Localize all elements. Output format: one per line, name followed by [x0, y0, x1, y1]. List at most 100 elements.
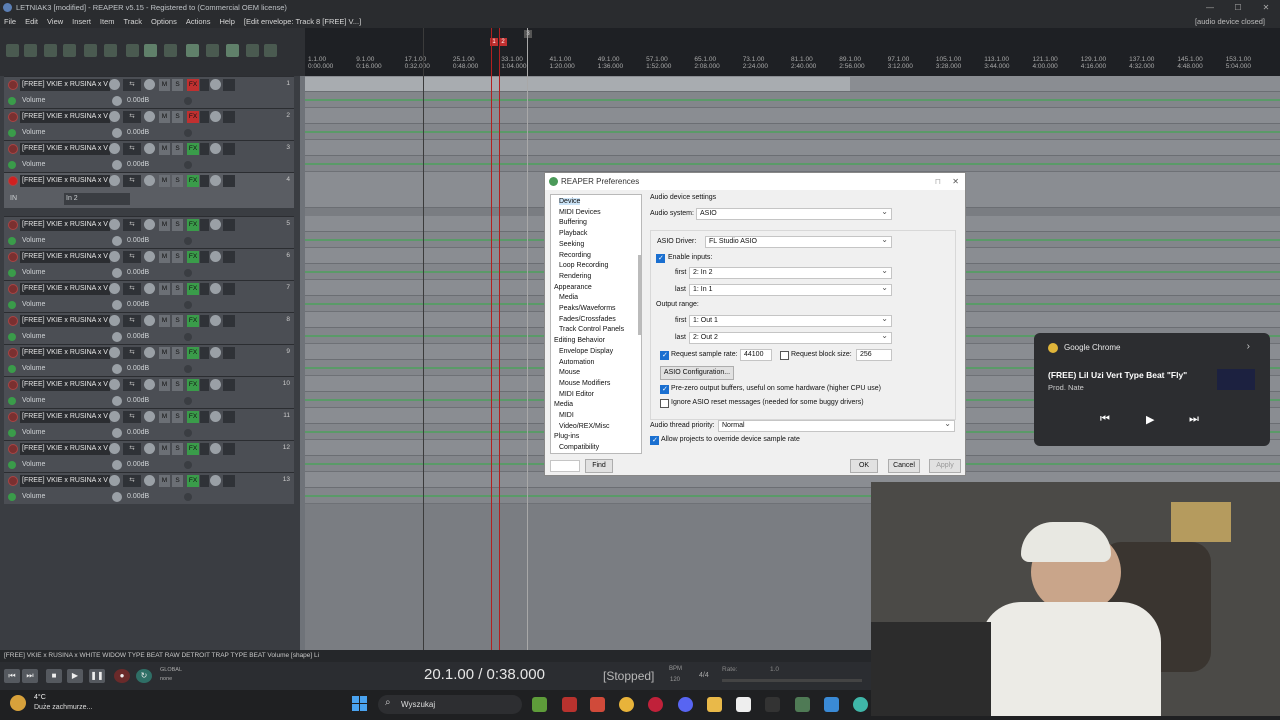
fx-bypass-icon[interactable] [200, 411, 209, 423]
record-arm-icon[interactable] [8, 444, 18, 454]
marker-2[interactable]: 2 [499, 38, 507, 46]
find-button[interactable]: Find [585, 459, 613, 473]
tree-item[interactable]: Fades/Crossfades [559, 316, 616, 323]
menu-track[interactable]: Track [124, 17, 142, 26]
route-button[interactable]: ⇆ [123, 475, 141, 487]
phase-icon[interactable] [109, 283, 120, 294]
phase-icon[interactable] [109, 347, 120, 358]
envelope-icon[interactable] [210, 175, 221, 186]
rate-slider[interactable] [722, 679, 862, 682]
solo-button[interactable]: S [172, 251, 183, 263]
volume-envelope-line[interactable] [305, 99, 1280, 101]
envelope-bypass-icon[interactable] [184, 397, 192, 405]
track-7[interactable]: [FREE] VKIE x RUSINA x V ⇆ M S FX 7 Volume 0.00… [4, 280, 294, 312]
track-lane[interactable] [305, 140, 1280, 156]
solo-button[interactable]: S [172, 379, 183, 391]
envelope-bypass-icon[interactable] [184, 461, 192, 469]
solo-button[interactable]: S [172, 219, 183, 231]
route-button[interactable]: ⇆ [123, 111, 141, 123]
ignore-asio-reset-checkbox[interactable] [660, 399, 669, 408]
reaper-taskbar-icon[interactable] [795, 697, 810, 712]
mute-button[interactable]: M [159, 283, 170, 295]
asio-configuration-button[interactable]: ASIO Configuration... [660, 366, 734, 380]
track-8[interactable]: [FREE] VKIE x RUSINA x V ⇆ M S FX 8 Volume 0.00… [4, 312, 294, 344]
menu-help[interactable]: Help [219, 17, 234, 26]
envelope-arm-icon[interactable] [8, 365, 16, 373]
fx-button[interactable]: FX [187, 315, 199, 327]
timeline-ruler[interactable]: 1 2 3 1.1.00 0:00.000 9.1.00 0:16.000 17.1.0… [305, 28, 1280, 76]
solo-button[interactable]: S [172, 347, 183, 359]
close-window-button[interactable]: ✕ [1252, 0, 1280, 15]
track-name[interactable]: [FREE] VKIE x RUSINA x V [20, 379, 110, 391]
volume-knob[interactable] [144, 219, 155, 230]
maximize-button[interactable]: ☐ [1224, 0, 1252, 15]
stop-icon[interactable]: ■ [46, 669, 62, 683]
solo-button[interactable]: S [172, 283, 183, 295]
envelope-lane[interactable] [305, 156, 1280, 172]
phase-icon[interactable] [109, 175, 120, 186]
tree-item[interactable]: Device [559, 198, 581, 205]
tree-item[interactable]: Video/REX/Misc [559, 423, 609, 430]
envelope-icon[interactable] [210, 283, 221, 294]
trim-icon[interactable] [223, 251, 235, 263]
envelope-knob[interactable] [112, 460, 122, 470]
tree-item[interactable]: Loop Recording [559, 262, 608, 269]
fx-button[interactable]: FX [187, 111, 199, 123]
sample-rate-input[interactable]: 44100 [740, 349, 772, 361]
envelope-bypass-icon[interactable] [184, 161, 192, 169]
block-size-input[interactable]: 256 [856, 349, 892, 361]
tree-item[interactable]: Compatibility [559, 444, 599, 451]
tree-item[interactable]: Seeking [559, 241, 584, 248]
track-name[interactable]: [FREE] VKIE x RUSINA x V [20, 443, 110, 455]
envelope-arm-icon[interactable] [8, 301, 16, 309]
envelope-icon[interactable] [210, 411, 221, 422]
envelope-arm-icon[interactable] [8, 129, 16, 137]
tree-item[interactable]: Envelope Display [559, 348, 613, 355]
grid-icon[interactable] [164, 44, 177, 57]
envelope-arm-icon[interactable] [8, 429, 16, 437]
tree-item[interactable]: MIDI Editor [559, 391, 594, 398]
envelope-arm-icon[interactable] [8, 493, 16, 501]
request-sample-rate-checkbox[interactable] [660, 351, 669, 360]
close-dialog-icon[interactable]: ✕ [952, 173, 959, 190]
previous-track-icon[interactable]: ⏮ [1100, 413, 1110, 426]
volume-knob[interactable] [144, 411, 155, 422]
volume-envelope-row[interactable]: Volume 0.00dB [4, 361, 294, 377]
find-input[interactable] [550, 460, 580, 472]
fx-bypass-icon[interactable] [200, 283, 209, 295]
fx-bypass-icon[interactable] [200, 379, 209, 391]
phase-icon[interactable] [109, 475, 120, 486]
track-name[interactable]: [FREE] VKIE x RUSINA x V [20, 283, 110, 295]
phase-icon[interactable] [109, 251, 120, 262]
track-10[interactable]: [FREE] VKIE x RUSINA x V ⇆ M S FX 10 Volume 0.0… [4, 376, 294, 408]
solo-button[interactable]: S [172, 315, 183, 327]
notes-app-icon[interactable] [736, 697, 751, 712]
volume-envelope-row[interactable]: Volume 0.00dB [4, 157, 294, 173]
ripple-edit-icon[interactable] [186, 44, 199, 57]
record-icon[interactable]: ● [114, 669, 130, 683]
tree-item[interactable]: Buffering [559, 219, 587, 226]
phase-icon[interactable] [109, 143, 120, 154]
enable-inputs-checkbox[interactable] [656, 254, 665, 263]
envelope-bypass-icon[interactable] [184, 333, 192, 341]
track-2[interactable]: [FREE] VKIE x RUSINA x V ⇆ M S FX 2 Volume 0.00… [4, 108, 294, 140]
volume-envelope-row[interactable]: Volume 0.00dB [4, 393, 294, 409]
volume-envelope-row[interactable]: Volume 0.00dB [4, 329, 294, 345]
track-5[interactable]: [FREE] VKIE x RUSINA x V ⇆ M S FX 5 Volume 0.00… [4, 216, 294, 248]
tree-item[interactable]: Peaks/Waveforms [559, 305, 616, 312]
record-arm-icon[interactable] [8, 476, 18, 486]
envelope-arm-icon[interactable] [8, 97, 16, 105]
mute-button[interactable]: M [159, 143, 170, 155]
trim-icon[interactable] [223, 379, 235, 391]
envelope-arm-icon[interactable] [8, 397, 16, 405]
fx-button[interactable]: FX [187, 251, 199, 263]
envelope-arm-icon[interactable] [8, 461, 16, 469]
fx-button[interactable]: FX [187, 79, 199, 91]
undo-icon[interactable] [84, 44, 97, 57]
envelope-icon[interactable] [210, 347, 221, 358]
preferences-tree[interactable]: Device MIDI Devices Buffering Playback Seeki… [550, 194, 642, 454]
record-arm-icon[interactable] [8, 144, 18, 154]
tree-item[interactable]: Editing Behavior [554, 337, 605, 344]
time-signature[interactable]: 4/4 [699, 672, 709, 679]
play-icon[interactable]: ▶ [67, 669, 83, 683]
